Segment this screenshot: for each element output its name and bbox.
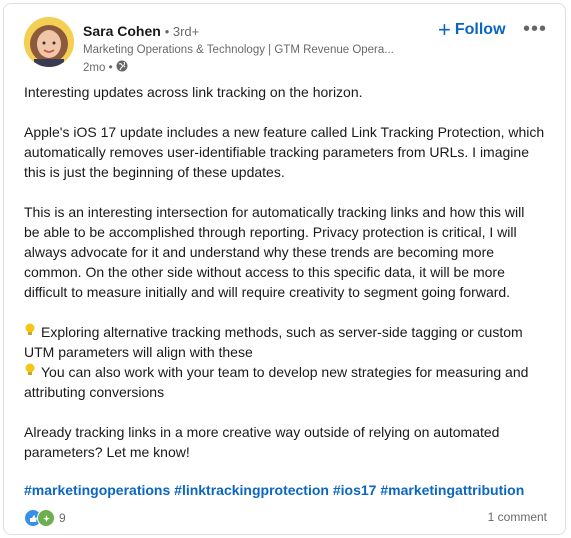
post-text: Exploring alternative tracking methods, … (41, 324, 523, 340)
post-bullets: Exploring alternative tracking methods, … (24, 322, 554, 402)
post-text: parameters? Let me know! (24, 444, 190, 460)
post-text: UTM parameters will align with these (24, 344, 253, 360)
celebrate-icon (37, 509, 55, 527)
post-paragraph-3: This is an interesting intersection for … (24, 202, 554, 302)
post-paragraph-2: Apple's iOS 17 update includes a new fea… (24, 122, 554, 182)
avatar[interactable] (24, 17, 74, 67)
follow-button[interactable]: + Follow (438, 19, 506, 41)
post-text: Already tracking links in a more creativ… (24, 424, 500, 440)
post-meta: 2mo • (83, 60, 128, 75)
connection-degree: • 3rd+ (164, 24, 200, 39)
post-text: difficult to measure initially and will … (24, 284, 511, 300)
lightbulb-icon (24, 322, 41, 342)
post-text: Apple's iOS 17 update includes a new fea… (24, 124, 545, 140)
author-name[interactable]: Sara Cohen (83, 23, 161, 39)
comments-count[interactable]: 1 comment (488, 510, 547, 524)
post-text: this is just the beginning of these upda… (24, 164, 285, 180)
post-text: You can also work with your team to deve… (41, 364, 529, 380)
post-text: This is an interesting intersection for … (24, 204, 525, 220)
reaction-count: 9 (59, 511, 66, 525)
plus-icon: + (438, 17, 451, 42)
lightbulb-icon (24, 362, 41, 382)
post-card: Sara Cohen • 3rd+ Marketing Operations &… (3, 3, 566, 535)
hashtag-link[interactable]: #marketingoperations (24, 482, 170, 498)
author-headline: Marketing Operations & Technology | GTM … (83, 44, 394, 56)
post-paragraph-1: Interesting updates across link tracking… (24, 82, 554, 102)
post-text: Interesting updates across link tracking… (24, 84, 363, 100)
post-text: attributing conversions (24, 384, 165, 400)
post-paragraph-4: Already tracking links in a more creativ… (24, 422, 554, 462)
post-text: be able to be accomplished through repor… (24, 224, 517, 240)
hashtag-link[interactable]: #ios17 (333, 482, 377, 498)
follow-label: Follow (454, 21, 506, 38)
hashtag-link[interactable]: #linktrackingprotection (174, 482, 329, 498)
post-text: common. On the other side without access… (24, 264, 505, 280)
reactions-summary[interactable]: 9 (24, 509, 66, 527)
globe-icon (116, 60, 128, 75)
author-name-row: Sara Cohen • 3rd+ (83, 23, 199, 39)
post-time: 2mo • (83, 61, 113, 74)
hashtag-list: #marketingoperations #linktrackingprotec… (24, 482, 524, 498)
more-options-button[interactable]: ••• (523, 18, 547, 41)
post-text: automatically removes user-identifiable … (24, 144, 529, 160)
post-text: always advocate for it and understand wh… (24, 244, 495, 260)
hashtag-link[interactable]: #marketingattribution (380, 482, 524, 498)
